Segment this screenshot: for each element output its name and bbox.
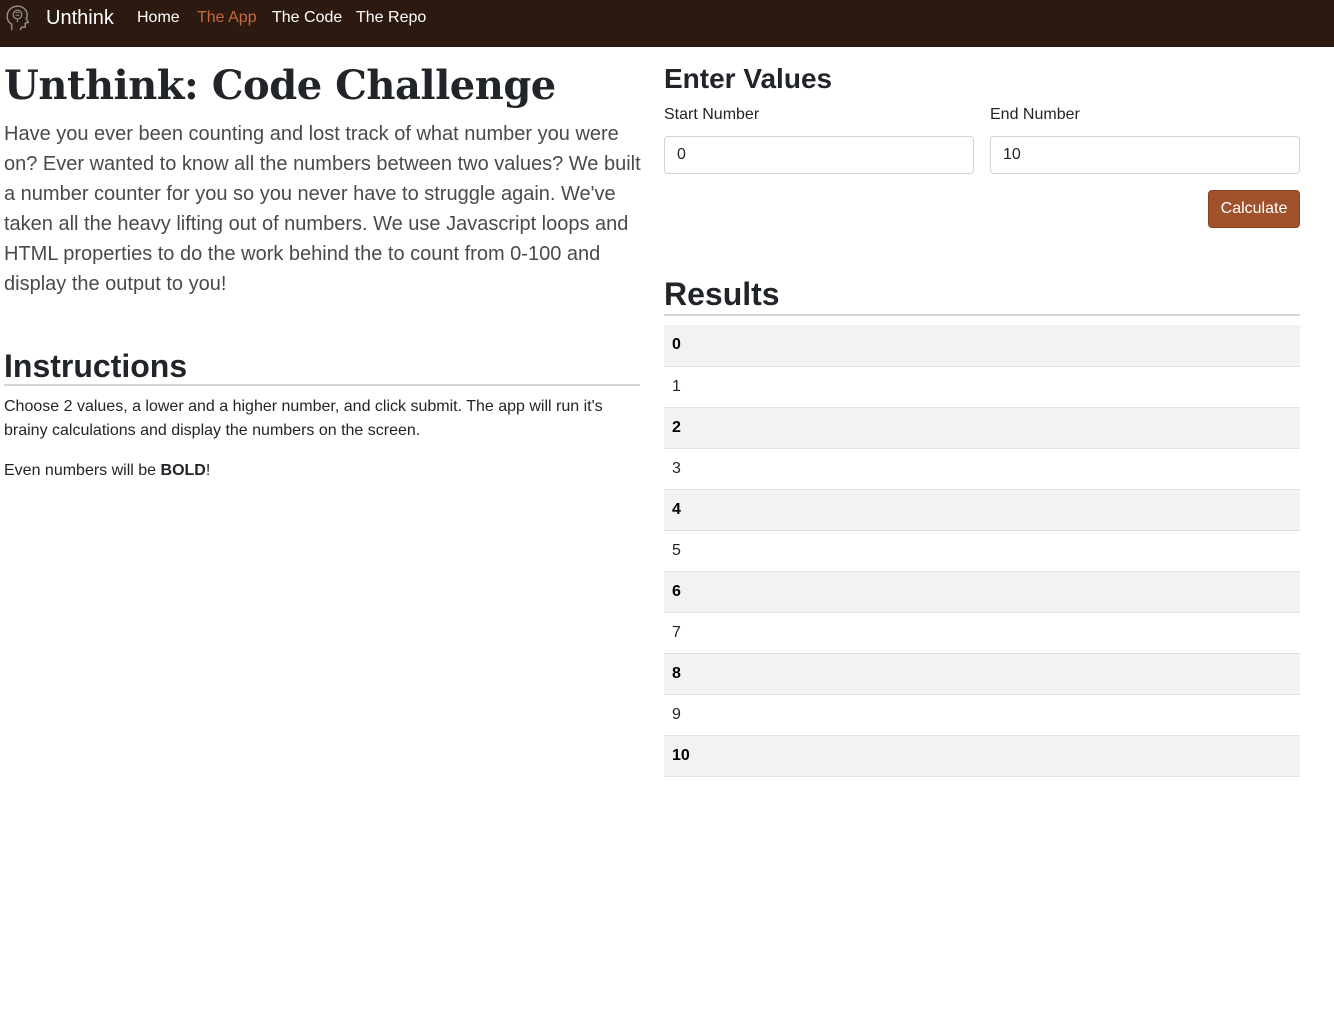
page-title: Unthink: Code Challenge (4, 62, 556, 109)
calculate-button[interactable]: Calculate (1208, 190, 1300, 228)
end-number-label: End Number (990, 106, 1080, 123)
instructions-divider (4, 384, 640, 386)
results-cell: 8 (664, 653, 1300, 695)
results-row: 7 (664, 612, 1300, 654)
nav-link-the-app[interactable]: The App (197, 8, 257, 28)
nav-link-the-repo[interactable]: The Repo (356, 8, 426, 28)
results-cell: 10 (664, 735, 1300, 777)
results-row: 9 (664, 694, 1300, 736)
instructions-heading: Instructions (4, 348, 188, 384)
results-cell: 1 (664, 366, 1300, 408)
nav-link-home[interactable]: Home (137, 8, 180, 28)
results-table: 0 1 2 3 4 5 6 7 8 9 10 (664, 325, 1300, 777)
results-cell: 5 (664, 530, 1300, 572)
even-note-suffix: ! (205, 462, 211, 479)
results-row: 3 (664, 448, 1300, 490)
results-heading: Results (664, 276, 780, 312)
results-row: 10 (664, 735, 1300, 777)
results-divider (664, 314, 1300, 316)
intro-text: Have you ever been counting and lost tra… (4, 123, 641, 295)
results-row: 2 (664, 407, 1300, 449)
nav-link-the-code[interactable]: The Code (272, 8, 342, 28)
head-brain-icon[interactable] (3, 3, 32, 32)
even-numbers-note: Even numbers will be BOLD! (4, 459, 210, 483)
navbar: Unthink Home The App The Code The Repo (0, 0, 1334, 47)
even-note-prefix: Even numbers will be (4, 462, 161, 479)
even-note-bold: BOLD (160, 462, 206, 479)
results-row: 4 (664, 489, 1300, 531)
results-cell: 0 (664, 325, 1300, 367)
results-row: 0 (664, 325, 1300, 367)
results-row: 1 (664, 366, 1300, 408)
brand-link[interactable]: Unthink (46, 6, 114, 30)
results-row: 6 (664, 571, 1300, 613)
results-row: 5 (664, 530, 1300, 572)
results-cell: 4 (664, 489, 1300, 531)
results-cell: 7 (664, 612, 1300, 654)
results-row: 8 (664, 653, 1300, 695)
start-number-input[interactable] (664, 136, 974, 174)
instructions-text: Choose 2 values, a lower and a higher nu… (4, 398, 603, 439)
results-cell: 3 (664, 448, 1300, 490)
start-number-label: Start Number (664, 106, 760, 123)
results-cell: 9 (664, 694, 1300, 736)
results-cell: 2 (664, 407, 1300, 449)
end-number-input[interactable] (990, 136, 1300, 174)
results-cell: 6 (664, 571, 1300, 613)
enter-values-heading: Enter Values (664, 63, 833, 94)
